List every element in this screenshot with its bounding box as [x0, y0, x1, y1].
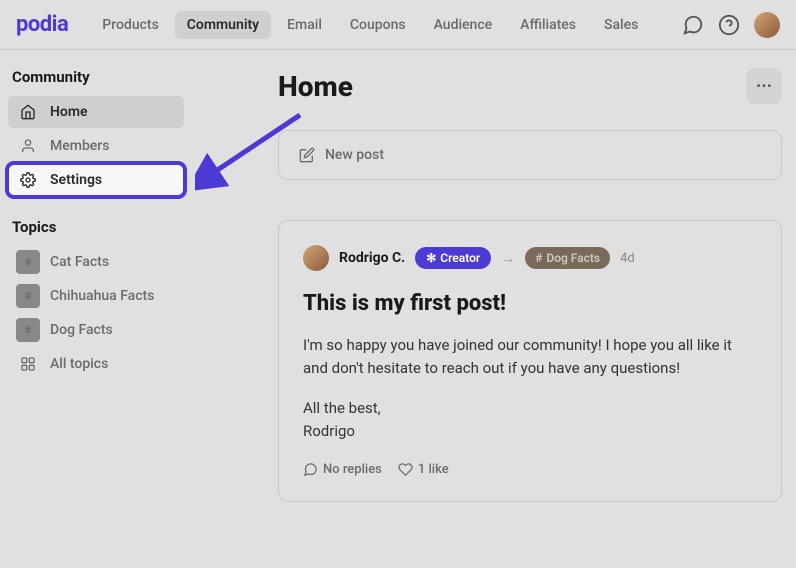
post-sign-line1: All the best,: [303, 397, 757, 420]
nav-products[interactable]: Products: [90, 11, 171, 39]
page-title: Home: [278, 70, 353, 103]
post-body: I'm so happy you have joined our communi…: [303, 334, 757, 379]
page-header: Home ···: [278, 68, 782, 104]
nav-right: [682, 12, 780, 38]
topics-heading: Topics: [8, 196, 184, 246]
topic-item[interactable]: # Chihuahua Facts: [8, 280, 184, 312]
main-content: Home ··· New post Rodrigo C. ✻ Creator →: [192, 50, 796, 568]
replies-label: No replies: [323, 462, 382, 477]
sidebar-item-all-topics[interactable]: All topics: [8, 348, 184, 380]
new-post-label: New post: [325, 147, 384, 163]
sidebar-nav: Home Members Settings: [8, 96, 184, 196]
nav-sales[interactable]: Sales: [592, 11, 650, 39]
sparkle-icon: ✻: [426, 251, 436, 265]
grid-icon: [16, 352, 40, 376]
post-author[interactable]: Rodrigo C.: [339, 250, 405, 266]
gear-icon: [16, 168, 40, 192]
hash-icon: #: [16, 318, 40, 342]
nav-community[interactable]: Community: [175, 11, 271, 39]
new-post-button[interactable]: New post: [278, 130, 782, 180]
post-tag-label: Dog Facts: [546, 251, 600, 265]
nav-affiliates[interactable]: Affiliates: [508, 11, 588, 39]
nav-email[interactable]: Email: [275, 11, 334, 39]
replies-button[interactable]: No replies: [303, 462, 382, 477]
sidebar-heading: Community: [8, 68, 184, 96]
post-title: This is my first post!: [303, 291, 757, 316]
nav-coupons[interactable]: Coupons: [338, 11, 418, 39]
topic-label: Dog Facts: [50, 322, 113, 338]
topic-label: Chihuahua Facts: [50, 288, 154, 304]
likes-button[interactable]: 1 like: [398, 462, 449, 477]
creator-badge: ✻ Creator: [415, 247, 491, 269]
user-avatar[interactable]: [754, 12, 780, 38]
topic-item[interactable]: # Dog Facts: [8, 314, 184, 346]
sidebar-item-label: Home: [50, 104, 88, 120]
topics-list: # Cat Facts # Chihuahua Facts # Dog Fact…: [8, 246, 184, 380]
topic-item[interactable]: # Cat Facts: [8, 246, 184, 278]
post-time: 4d: [620, 251, 635, 266]
hash-icon: #: [16, 284, 40, 308]
post-header: Rodrigo C. ✻ Creator → # Dog Facts 4d: [303, 245, 757, 271]
arrow-icon: →: [501, 250, 515, 267]
layout: Community Home Members Settings: [0, 50, 796, 568]
sidebar-item-members[interactable]: Members: [8, 130, 184, 162]
more-button[interactable]: ···: [746, 68, 782, 104]
hash-icon: #: [16, 250, 40, 274]
sidebar-item-label: Settings: [50, 172, 102, 188]
nav-items: Products Community Email Coupons Audienc…: [90, 11, 682, 39]
nav-audience[interactable]: Audience: [422, 11, 505, 39]
post-avatar[interactable]: [303, 245, 329, 271]
sidebar: Community Home Members Settings: [0, 50, 192, 568]
dots-icon: ···: [756, 76, 772, 97]
user-icon: [16, 134, 40, 158]
heart-icon: [398, 462, 413, 477]
sidebar-item-settings[interactable]: Settings: [8, 164, 184, 196]
top-nav: podia Products Community Email Coupons A…: [0, 0, 796, 50]
brand-logo[interactable]: podia: [16, 12, 68, 37]
creator-badge-label: Creator: [440, 251, 480, 265]
topic-label: Cat Facts: [50, 254, 109, 270]
post-sign-line2: Rodrigo: [303, 420, 757, 443]
sidebar-item-home[interactable]: Home: [8, 96, 184, 128]
chat-icon[interactable]: [682, 14, 704, 36]
help-icon[interactable]: [718, 14, 740, 36]
post-actions: No replies 1 like: [303, 462, 757, 477]
post-card: Rodrigo C. ✻ Creator → # Dog Facts 4d Th…: [278, 220, 782, 502]
reply-icon: [303, 462, 318, 477]
sidebar-item-label: All topics: [50, 356, 108, 372]
post-signature: All the best, Rodrigo: [303, 397, 757, 442]
sidebar-item-label: Members: [50, 138, 109, 154]
compose-icon: [299, 147, 315, 163]
hash-icon: #: [535, 251, 542, 265]
home-icon: [16, 100, 40, 124]
post-tag[interactable]: # Dog Facts: [525, 247, 610, 269]
likes-label: 1 like: [418, 462, 449, 477]
